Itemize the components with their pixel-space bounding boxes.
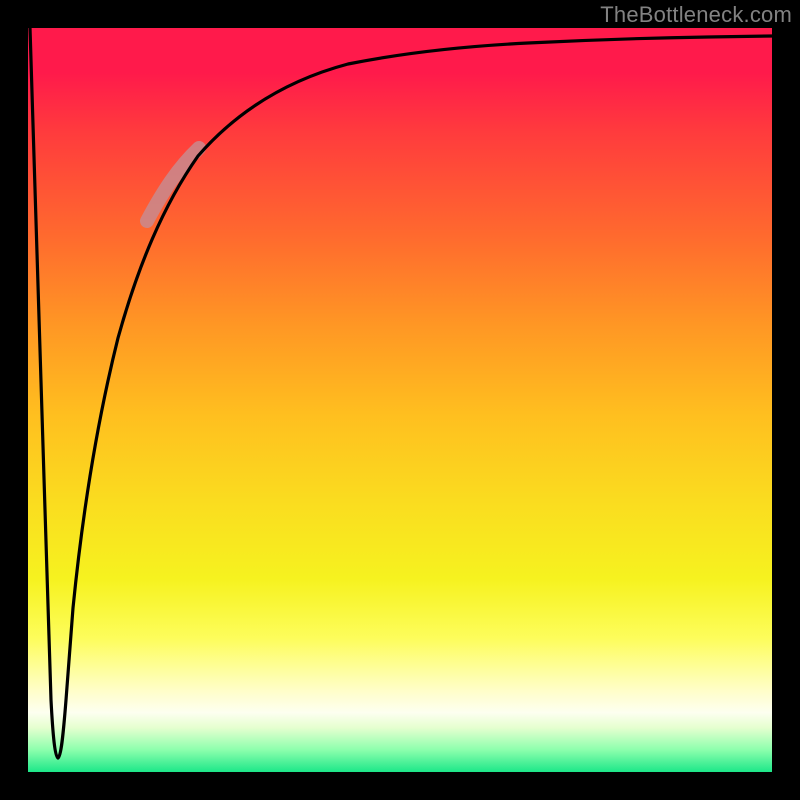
bottleneck-curve [28,28,772,772]
curve-highlight [147,148,199,221]
plot-area [28,28,772,772]
watermark-label: TheBottleneck.com [600,2,792,28]
curve-main [30,28,772,758]
chart-frame: TheBottleneck.com [0,0,800,800]
